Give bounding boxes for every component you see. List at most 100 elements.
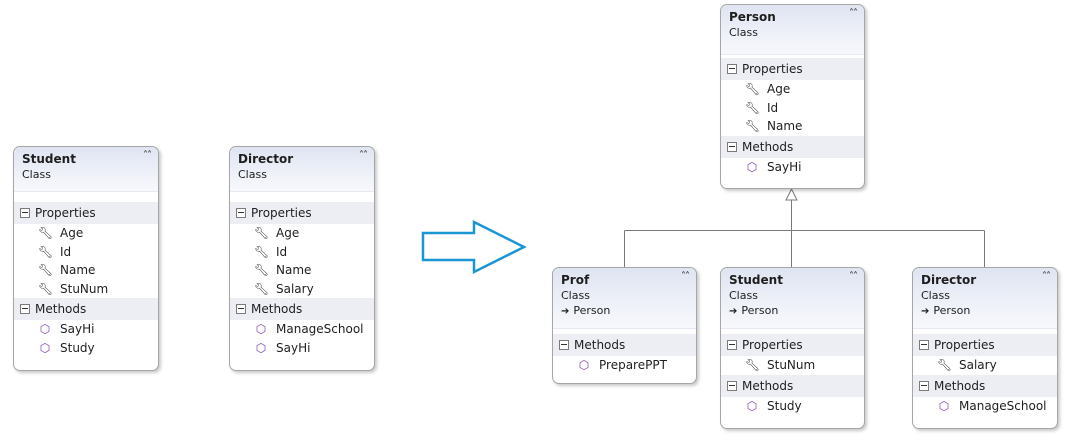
class-name: Director <box>238 152 294 166</box>
methods-section-header[interactable]: Methods <box>721 374 864 397</box>
property-name: Id <box>60 244 72 259</box>
method-cube-icon: ⬡ <box>746 398 758 413</box>
collapse-minus-icon[interactable] <box>559 340 569 350</box>
collapse-minus-icon[interactable] <box>236 304 246 314</box>
property-item[interactable]: 🔧︎ Age <box>721 80 864 99</box>
methods-section-header[interactable]: Methods <box>553 334 696 356</box>
class-kind: Class <box>729 26 758 39</box>
property-item[interactable]: 🔧︎ StuNum <box>721 356 864 375</box>
methods-section-header[interactable]: Methods <box>230 298 374 320</box>
method-name: SayHi <box>60 322 95 336</box>
properties-section-header[interactable]: Properties <box>230 202 374 224</box>
class-person[interactable]: Person Class ˄˄ Properties 🔧︎ Age 🔧︎ Id 🔧︎… <box>720 4 865 189</box>
class-student-after[interactable]: Student Class ➔ Person ˄˄ Properties 🔧︎ St… <box>720 267 865 429</box>
properties-section-header[interactable]: Properties <box>721 58 864 80</box>
section-label: Methods <box>742 378 794 393</box>
class-kind: Class <box>238 168 267 181</box>
class-kind: Class <box>921 289 950 302</box>
properties-section-header[interactable]: Properties <box>913 334 1057 356</box>
section-label: Properties <box>742 62 803 76</box>
double-chevron-up-icon[interactable]: ˄˄ <box>849 272 858 282</box>
method-item[interactable]: ⬡ Study <box>14 339 158 358</box>
method-cube-icon: ⬡ <box>578 358 590 372</box>
method-item[interactable]: ⬡ SayHi <box>721 158 864 177</box>
class-director-before[interactable]: Director Class ˄˄ Properties 🔧︎ Age 🔧︎ Id … <box>229 146 375 371</box>
property-item[interactable]: 🔧︎ Name <box>14 261 158 280</box>
method-cube-icon: ⬡ <box>39 322 51 336</box>
inherits-arrow-icon: ➔ <box>729 306 738 317</box>
methods-section-header[interactable]: Methods <box>14 298 158 320</box>
class-name: Student <box>729 273 783 287</box>
section-label: Properties <box>251 206 312 220</box>
property-item[interactable]: 🔧︎ Name <box>721 117 864 136</box>
class-name: Student <box>22 152 76 166</box>
property-item[interactable]: 🔧︎ StuNum <box>14 280 158 299</box>
property-name: Salary <box>276 281 314 296</box>
method-item[interactable]: ⬡ ManageSchool <box>913 397 1057 416</box>
property-item[interactable]: 🔧︎ Age <box>14 224 158 243</box>
collapse-minus-icon[interactable] <box>20 304 30 314</box>
property-item[interactable]: 🔧︎ Age <box>230 224 374 243</box>
property-item[interactable]: 🔧︎ Id <box>721 99 864 118</box>
methods-section-header[interactable]: Methods <box>913 374 1057 397</box>
collapse-minus-icon[interactable] <box>236 208 246 218</box>
property-name: Name <box>276 263 312 277</box>
base-class: ➔ Person <box>921 303 1049 320</box>
collapse-minus-icon[interactable] <box>20 208 30 218</box>
property-item[interactable]: 🔧︎ Name <box>230 261 374 280</box>
methods-section-header[interactable]: Methods <box>721 135 864 158</box>
property-item[interactable]: 🔧︎ Salary <box>230 280 374 299</box>
method-cube-icon: ⬡ <box>255 322 267 336</box>
property-name: StuNum <box>60 281 109 296</box>
wrench-icon: 🔧︎ <box>254 226 270 240</box>
base-class: ➔ Person <box>729 303 856 320</box>
wrench-icon: 🔧︎ <box>745 82 761 96</box>
class-name: Prof <box>561 273 590 287</box>
wrench-icon: 🔧︎ <box>937 358 953 372</box>
method-item[interactable]: ⬡ SayHi <box>230 339 374 358</box>
property-name: Salary <box>959 358 997 372</box>
double-chevron-up-icon[interactable]: ˄˄ <box>1042 272 1051 282</box>
base-class-name: Person <box>933 304 971 317</box>
class-director-after[interactable]: Director Class ➔ Person ˄˄ Properties 🔧︎ S… <box>912 267 1058 429</box>
double-chevron-up-icon[interactable]: ˄˄ <box>359 151 368 161</box>
method-cube-icon: ⬡ <box>746 159 758 174</box>
method-item[interactable]: ⬡ SayHi <box>14 320 158 339</box>
class-student-before[interactable]: Student Class ˄˄ Properties 🔧︎ Age 🔧︎ Id 🔧… <box>13 146 159 371</box>
collapse-minus-icon[interactable] <box>727 64 737 74</box>
property-name: StuNum <box>767 358 816 372</box>
method-cube-icon: ⬡ <box>39 340 51 355</box>
wrench-icon: 🔧︎ <box>38 263 54 277</box>
section-label: Methods <box>742 139 794 154</box>
property-item[interactable]: 🔧︎ Salary <box>913 356 1057 375</box>
method-item[interactable]: ⬡ ManageSchool <box>230 320 374 339</box>
collapse-minus-icon[interactable] <box>727 380 737 391</box>
double-chevron-up-icon[interactable]: ˄˄ <box>681 272 690 282</box>
double-chevron-up-icon[interactable]: ˄˄ <box>849 9 858 19</box>
method-name: ManageSchool <box>276 322 364 336</box>
base-class-name: Person <box>573 304 611 317</box>
property-name: Age <box>60 226 84 240</box>
double-chevron-up-icon[interactable]: ˄˄ <box>143 151 152 161</box>
method-item[interactable]: ⬡ Study <box>721 397 864 416</box>
property-item[interactable]: 🔧︎ Id <box>14 243 158 262</box>
collapse-minus-icon[interactable] <box>919 340 929 350</box>
wrench-icon: 🔧︎ <box>38 244 54 259</box>
method-cube-icon: ⬡ <box>938 398 950 413</box>
wrench-icon: 🔧︎ <box>745 358 761 372</box>
properties-section-header[interactable]: Properties <box>14 202 158 224</box>
inherits-arrow-icon: ➔ <box>921 306 930 317</box>
method-item[interactable]: ⬡ PreparePPT <box>553 356 696 375</box>
method-name: SayHi <box>767 159 802 174</box>
collapse-minus-icon[interactable] <box>727 340 737 350</box>
collapse-minus-icon[interactable] <box>919 380 929 391</box>
refactor-arrow-icon <box>421 219 527 275</box>
class-name: Person <box>729 10 776 24</box>
section-label: Methods <box>574 338 626 352</box>
section-label: Methods <box>934 378 986 393</box>
collapse-minus-icon[interactable] <box>727 141 737 152</box>
property-item[interactable]: 🔧︎ Id <box>230 243 374 262</box>
base-class-name: Person <box>741 304 779 317</box>
class-prof[interactable]: Prof Class ➔ Person ˄˄ Methods ⬡ PreparePP… <box>552 267 697 384</box>
properties-section-header[interactable]: Properties <box>721 334 864 356</box>
